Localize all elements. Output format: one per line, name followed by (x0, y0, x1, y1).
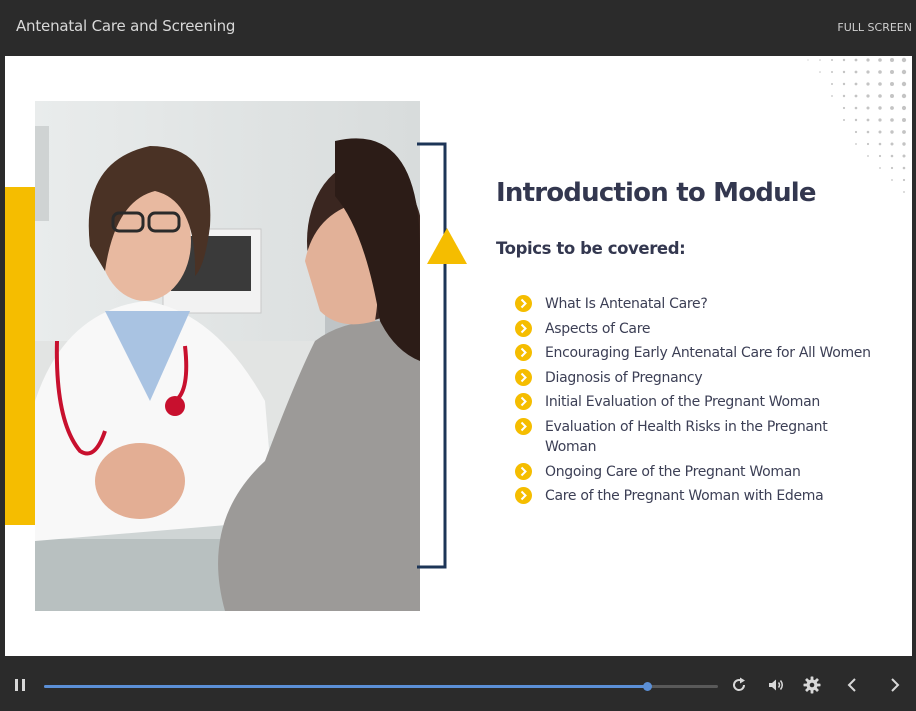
topic-label: Diagnosis of Pregnancy (545, 369, 703, 386)
topic-label: What Is Antenatal Care? (545, 296, 708, 312)
slide: Introduction to Module Topics to be cove… (5, 56, 912, 656)
course-title: Antenatal Care and Screening (16, 17, 236, 35)
chevron-bullet-icon (515, 344, 532, 362)
topic-label: Care of the Pregnant Woman with Edema (545, 488, 824, 505)
chevron-bullet-icon (515, 393, 532, 411)
list-item: Initial Evaluation of the Pregnant Woman (515, 392, 875, 412)
list-item: Care of the Pregnant Woman with Edema (515, 486, 875, 506)
topics-list: What Is Antenatal Care? Aspects of Care … (515, 294, 875, 511)
frame-bracket (417, 142, 447, 569)
chevron-bullet-icon (515, 368, 532, 386)
chevron-left-icon[interactable] (843, 676, 861, 694)
progress-handle[interactable] (643, 682, 653, 691)
top-bar: Antenatal Care and Screening FULL SCREEN (0, 0, 916, 56)
topic-label: Aspects of Care (545, 320, 651, 337)
gear-icon[interactable] (803, 676, 821, 694)
list-item: Aspects of Care (515, 319, 875, 339)
progress-fill (44, 685, 648, 688)
topic-label: Ongoing Care of the Pregnant Woman (545, 463, 801, 480)
chevron-bullet-icon (515, 295, 532, 312)
list-item: Encouraging Early Antenatal Care for All… (515, 343, 875, 363)
progress-bar[interactable] (44, 682, 718, 691)
list-item: What Is Antenatal Care? (515, 294, 875, 314)
list-item: Evaluation of Health Risks in the Pregna… (515, 417, 875, 457)
fullscreen-button[interactable]: FULL SCREEN (837, 21, 912, 34)
pause-icon[interactable] (11, 676, 29, 694)
chevron-bullet-icon (515, 319, 532, 337)
doctor-patient-photo (35, 101, 420, 611)
player-controls (0, 656, 916, 711)
chevron-right-icon[interactable] (886, 676, 904, 694)
triangle-decoration (427, 228, 467, 264)
topic-label: Encouraging Early Antenatal Care for All… (545, 345, 871, 362)
topic-label: Evaluation of Health Risks in the Pregna… (545, 418, 828, 455)
slide-subheading: Topics to be covered: (496, 239, 686, 258)
accent-bar (5, 187, 36, 525)
chevron-bullet-icon (515, 487, 532, 505)
chevron-bullet-icon (515, 417, 532, 435)
chevron-bullet-icon (515, 462, 532, 480)
topic-label: Initial Evaluation of the Pregnant Woman (545, 394, 820, 411)
list-item: Ongoing Care of the Pregnant Woman (515, 462, 875, 482)
slide-heading: Introduction to Module (496, 178, 817, 208)
list-item: Diagnosis of Pregnancy (515, 368, 875, 388)
replay-icon[interactable] (730, 676, 748, 694)
volume-icon[interactable] (767, 676, 785, 694)
